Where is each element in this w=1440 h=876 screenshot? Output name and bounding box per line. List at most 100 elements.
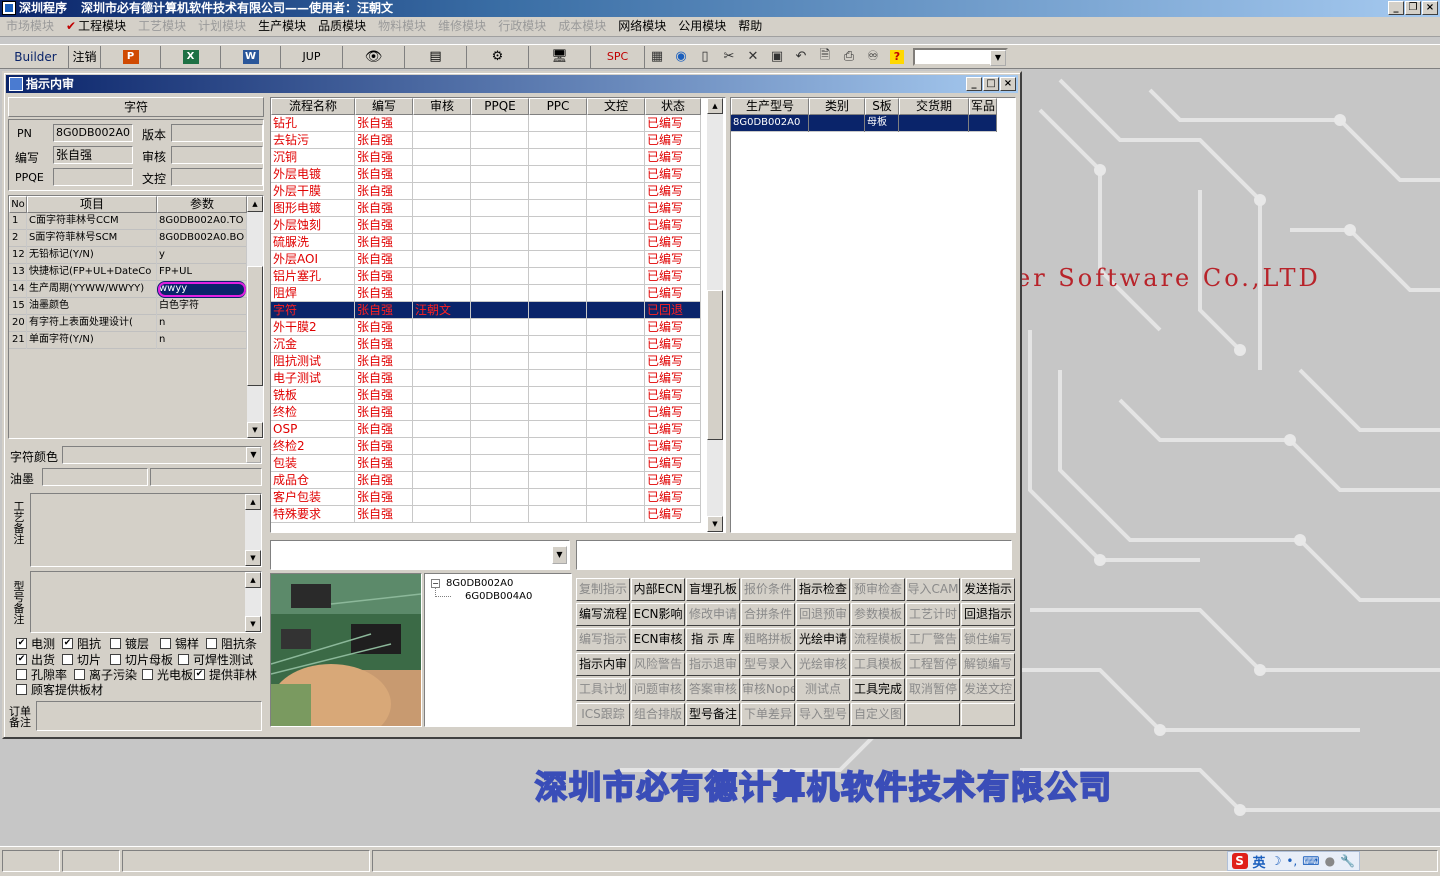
flow-header-cell[interactable]: 状态 [645, 98, 701, 115]
action-button[interactable]: 编写指示 [576, 628, 630, 651]
window-maximize-button[interactable]: □ [983, 77, 999, 91]
action-button[interactable]: 工厂警告 [906, 628, 960, 651]
action-button[interactable]: 复制指示 [576, 578, 630, 601]
version-field[interactable] [171, 124, 263, 142]
menu-item[interactable]: 成本模块 [552, 17, 612, 36]
scroll-up-button[interactable]: ▲ [245, 572, 261, 588]
flow-row[interactable]: 电子测试 张自强 已编写 [271, 370, 701, 387]
save-button[interactable]: ▣ [765, 46, 789, 68]
params-row[interactable]: 13 快捷标记(FP+UL+DateCo FP+UL [9, 264, 247, 281]
option-checkbox[interactable]: ✔ 提供菲林 [194, 666, 257, 683]
action-button[interactable]: 粗略拼板 [741, 628, 795, 651]
action-button[interactable]: 组合排版 [631, 703, 685, 726]
cut-button[interactable]: ✂ [717, 46, 741, 68]
flow-header-cell[interactable]: 文控 [587, 98, 645, 115]
restore-button[interactable]: ❐ [1405, 1, 1421, 15]
action-button[interactable]: 内部ECN [631, 578, 685, 601]
action-button[interactable]: 光绘申请 [796, 628, 850, 651]
params-row[interactable]: 12 无铅标记(Y/N) y [9, 247, 247, 264]
products-header-cell[interactable]: S板 [865, 98, 899, 115]
jup-button[interactable]: JUP [281, 45, 343, 68]
action-button[interactable]: ECN影响 [631, 603, 685, 626]
flow-row[interactable]: 外层干膜 张自强 已编写 [271, 183, 701, 200]
menu-item[interactable]: 工艺模块 [132, 17, 192, 36]
action-button[interactable]: 工艺计时 [906, 603, 960, 626]
action-button[interactable]: 测试点 [796, 678, 850, 701]
menu-item[interactable]: 网络模块 [612, 17, 672, 36]
menu-item[interactable]: 行政模块 [492, 17, 552, 36]
action-button[interactable]: 合拼条件 [741, 603, 795, 626]
scroll-up-button[interactable]: ▲ [245, 494, 261, 510]
params-row[interactable]: 14 生产周期(YYWW/WWYY) wwyy [9, 281, 247, 298]
flow-row[interactable]: 去钻污 张自强 已编写 [271, 132, 701, 149]
products-header-cell[interactable]: 类别 [809, 98, 865, 115]
delete-button[interactable]: ✕ [741, 46, 765, 68]
params-value[interactable]: wwyy [157, 281, 247, 298]
flow-row[interactable]: 终检2 张自强 已编写 [271, 438, 701, 455]
flow-header-cell[interactable]: 审核 [413, 98, 471, 115]
tree-child-node[interactable]: 6G0DB004A0 [465, 591, 532, 602]
products-row[interactable]: 8G0DB002A0 母板 [731, 115, 997, 132]
scroll-thumb[interactable] [247, 266, 263, 386]
action-button[interactable]: 流程模板 [851, 628, 905, 651]
params-value[interactable]: y [157, 247, 247, 264]
calculator-button[interactable]: ▦ [645, 46, 669, 68]
flow-row[interactable]: OSP 张自强 已编写 [271, 421, 701, 438]
scroll-down-button[interactable]: ▼ [247, 422, 263, 438]
user-icon[interactable]: ● [1325, 854, 1335, 868]
action-button[interactable]: 回退预审 [796, 603, 850, 626]
option-checkbox[interactable]: ✔ 阻抗 [62, 635, 101, 652]
params-value[interactable]: 8G0DB002A0.BO [157, 230, 247, 247]
action-button[interactable]: 风险警告 [631, 653, 685, 676]
sogou-icon[interactable]: S [1231, 853, 1248, 869]
action-button[interactable]: 盲埋孔板 [686, 578, 740, 601]
action-button[interactable]: ICS跟踪 [576, 703, 630, 726]
view-button[interactable]: 👁 [343, 45, 405, 68]
params-row[interactable]: 1 C面字符菲林号CCM 8G0DB002A0.TO [9, 213, 247, 230]
moon-icon[interactable]: ☽ [1271, 854, 1282, 868]
option-checkbox[interactable]: ✔ 电测 [16, 635, 55, 652]
flow-row[interactable]: 铝片塞孔 张自强 已编写 [271, 268, 701, 285]
scroll-up-button[interactable]: ▲ [707, 98, 723, 114]
order-note-field[interactable] [36, 701, 262, 731]
scroll-down-button[interactable]: ▼ [707, 516, 723, 532]
flow-row[interactable]: 客户包装 张自强 已编写 [271, 489, 701, 506]
process-note-field[interactable]: ▲ ▼ [30, 493, 262, 567]
flow-row[interactable]: 特殊要求 张自强 已编写 [271, 506, 701, 523]
builder-button[interactable]: Builder [3, 45, 69, 68]
products-header-cell[interactable]: 交货期 [899, 98, 969, 115]
flow-row[interactable]: 沉金 张自强 已编写 [271, 336, 701, 353]
scroll-thumb[interactable] [707, 290, 723, 440]
action-button[interactable]: 指示检查 [796, 578, 850, 601]
flow-row[interactable]: 包装 张自强 已编写 [271, 455, 701, 472]
action-button[interactable]: 审核Nope [741, 678, 795, 701]
action-button[interactable]: 发送指示 [961, 578, 1015, 601]
action-button[interactable]: 修改申请 [686, 603, 740, 626]
note-field[interactable] [576, 540, 1012, 570]
flow-row[interactable]: 外层电镀 张自强 已编写 [271, 166, 701, 183]
excel-button[interactable]: X [161, 45, 221, 68]
checkbox-box[interactable]: ✔ [16, 654, 27, 665]
scroll-down-button[interactable]: ▼ [245, 550, 261, 566]
action-button[interactable]: 下单差异 [741, 703, 795, 726]
params-value[interactable]: n [157, 332, 247, 349]
checkbox-box[interactable] [16, 684, 27, 695]
help-button[interactable]: ? [885, 46, 909, 68]
action-button[interactable]: 报价条件 [741, 578, 795, 601]
params-value[interactable]: 8G0DB002A0.TO [157, 213, 247, 230]
powerpoint-button[interactable]: P [101, 45, 161, 68]
toolbar-combo[interactable] [913, 47, 1008, 66]
flow-select[interactable]: ▼ [270, 540, 570, 570]
preview-button[interactable]: 🗎 [813, 46, 837, 68]
flow-header-cell[interactable]: 编写 [355, 98, 413, 115]
action-button[interactable]: 问题审核 [631, 678, 685, 701]
checkbox-box[interactable] [74, 669, 85, 680]
action-button[interactable]: 工具完成 [851, 678, 905, 701]
internet-button[interactable]: ◉ [669, 46, 693, 68]
action-button[interactable]: 解锁编写 [961, 653, 1015, 676]
scroll-down-button[interactable]: ▼ [245, 616, 261, 632]
action-button[interactable]: 工程暂停 [906, 653, 960, 676]
flow-row[interactable]: 外干膜2 张自强 已编写 [271, 319, 701, 336]
scroll-up-button[interactable]: ▲ [247, 196, 263, 212]
logout-button[interactable]: 注销 [69, 45, 101, 68]
